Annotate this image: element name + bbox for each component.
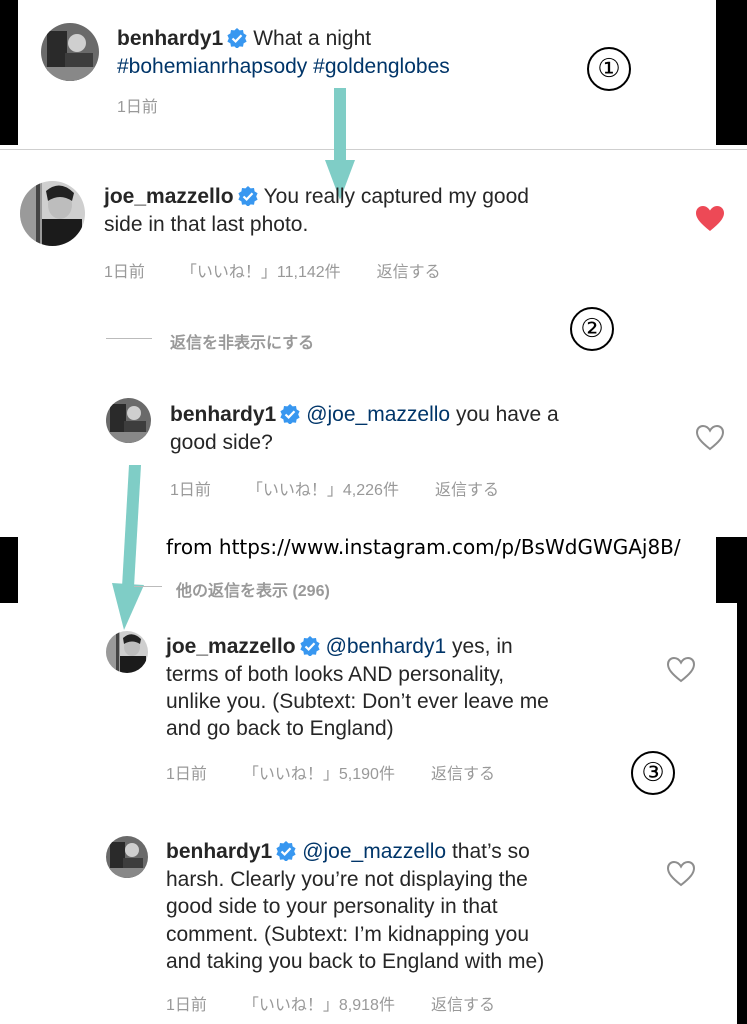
post-time: 1日前 <box>117 99 158 116</box>
username[interactable]: benhardy1 <box>166 840 272 863</box>
reply-text: that’s so <box>451 840 530 863</box>
like-count[interactable]: 「いいね！」5,190件 <box>243 766 395 783</box>
post-caption-line1: benhardy1 What a night <box>117 25 371 53</box>
reply-line4: and go back to England) <box>166 717 394 740</box>
reply-button[interactable]: 返信する <box>377 264 441 281</box>
marker-3: ③ <box>631 751 675 795</box>
reply-line2: good side? <box>170 431 273 454</box>
like-count[interactable]: 「いいね！」11,142件 <box>181 264 341 281</box>
reply-line1: benhardy1 @joe_mazzello you have a <box>170 401 559 429</box>
avatar[interactable] <box>41 23 99 81</box>
view-more-replies-button[interactable]: 他の返信を表示 (296) <box>176 577 366 601</box>
comment-time: 1日前 <box>104 264 145 281</box>
avatar[interactable] <box>106 836 148 878</box>
reply-line2: terms of both looks AND personality, <box>166 663 505 686</box>
verified-badge-icon <box>227 28 247 48</box>
comment-text: You really captured my good <box>263 185 529 208</box>
comment-line2: side in that last photo. <box>104 213 309 236</box>
reply-button[interactable]: 返信する <box>435 482 499 499</box>
reply-meta: 1日前 「いいね！」5,190件 返信する <box>166 760 531 784</box>
reply-line3: good side to your personality in that <box>166 895 498 918</box>
reply-button[interactable]: 返信する <box>431 766 495 783</box>
heart-filled-icon[interactable] <box>696 206 724 232</box>
source-url-note: from https://www.instagram.com/p/BsWdGWG… <box>166 535 681 559</box>
username[interactable]: joe_mazzello <box>166 635 296 658</box>
hide-replies-button[interactable]: 返信を非表示にする <box>170 329 350 353</box>
caption-text: What a night <box>253 27 372 50</box>
reply-line2: harsh. Clearly you’re not displaying the <box>166 868 528 891</box>
frame-bar-right-bottom <box>737 603 747 1024</box>
mention-link[interactable]: @joe_mazzello <box>306 403 450 426</box>
reply-line1: joe_mazzello @benhardy1 yes, in <box>166 633 513 661</box>
heart-outline-icon[interactable] <box>696 425 724 451</box>
avatar[interactable] <box>106 631 148 673</box>
mention-link[interactable]: @joe_mazzello <box>302 840 446 863</box>
heart-outline-icon[interactable] <box>667 861 695 887</box>
reply-meta: 1日前 「いいね！」4,226件 返信する <box>170 476 535 500</box>
arrow-down-icon <box>112 465 144 630</box>
reply-line1: benhardy1 @joe_mazzello that’s so <box>166 838 530 866</box>
reply-line3: unlike you. (Subtext: Don’t ever leave m… <box>166 690 549 713</box>
frame-bar-left-top <box>0 0 18 145</box>
avatar[interactable] <box>106 398 151 443</box>
reply-text: yes, in <box>451 635 513 658</box>
verified-badge-icon <box>237 186 258 206</box>
reply-time: 1日前 <box>166 997 207 1014</box>
like-count[interactable]: 「いいね！」8,918件 <box>243 997 395 1014</box>
reply-meta: 1日前 「いいね！」8,918件 返信する <box>166 991 531 1015</box>
reply-button[interactable]: 返信する <box>431 997 495 1014</box>
frame-bar-right-mid <box>716 537 747 603</box>
reply-time: 1日前 <box>166 766 207 783</box>
verified-badge-icon <box>299 636 320 656</box>
frame-bar-left-mid <box>0 537 18 603</box>
username[interactable]: benhardy1 <box>117 27 223 50</box>
hashtags[interactable]: #bohemianrhapsody #goldenglobes <box>117 53 450 81</box>
username[interactable]: joe_mazzello <box>104 185 234 208</box>
verified-badge-icon <box>276 841 296 861</box>
panel-separator <box>0 149 747 150</box>
like-count[interactable]: 「いいね！」4,226件 <box>247 482 399 499</box>
verified-badge-icon <box>280 404 300 424</box>
heart-outline-icon[interactable] <box>667 657 695 683</box>
view-more-line <box>134 586 162 587</box>
marker-2: ② <box>570 307 614 351</box>
hide-replies-line <box>106 338 152 339</box>
frame-bar-right-top <box>716 0 747 145</box>
mention-link[interactable]: @benhardy1 <box>326 635 447 658</box>
reply-line4: comment. (Subtext: I’m kidnapping you <box>166 923 530 946</box>
marker-1: ① <box>587 47 631 91</box>
reply-text: you have a <box>455 403 559 426</box>
comment-line1: joe_mazzello You really captured my good <box>104 183 529 211</box>
comment-meta: 1日前 「いいね！」11,142件 返信する <box>104 258 477 282</box>
reply-line5: and taking you back to England with me) <box>166 950 545 973</box>
reply-time: 1日前 <box>170 482 211 499</box>
avatar[interactable] <box>20 181 85 246</box>
username[interactable]: benhardy1 <box>170 403 276 426</box>
